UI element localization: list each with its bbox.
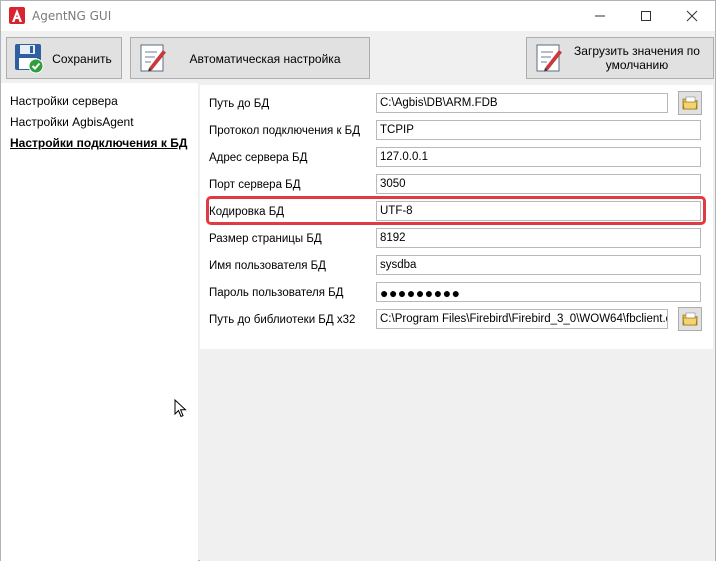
auto-configure-label: Автоматическая настройка: [189, 52, 341, 66]
db-library-browse-button[interactable]: [678, 307, 702, 331]
db-encoding-input[interactable]: UTF-8: [376, 201, 701, 221]
load-defaults-button[interactable]: Загрузить значения по умолчанию: [526, 37, 714, 79]
window-title: AgentNG GUI: [32, 9, 112, 23]
db-page-size-label: Размер страницы БД: [209, 233, 322, 245]
pen-document-icon: [140, 44, 166, 72]
pen-document-icon: [536, 44, 562, 72]
minimize-icon: [595, 15, 605, 17]
db-host-input[interactable]: 127.0.0.1: [376, 147, 701, 167]
db-library-path-label: Путь до библиотеки БД x32: [209, 314, 356, 326]
nav-item-server-settings[interactable]: Настройки сервера: [10, 94, 118, 108]
db-protocol-input[interactable]: TCPIP: [376, 120, 701, 140]
db-port-input[interactable]: 3050: [376, 174, 701, 194]
nav-item-agbisagent-settings[interactable]: Настройки AgbisAgent: [10, 115, 134, 129]
db-library-path-input[interactable]: C:\Program Files\Firebird\Firebird_3_0\W…: [376, 309, 668, 329]
app-window: AgentNG GUI Сохранить Автоматическая нас…: [0, 0, 716, 561]
auto-configure-button[interactable]: Автоматическая настройка: [130, 37, 370, 79]
db-username-input[interactable]: sysdba: [376, 255, 701, 275]
db-port-label: Порт сервера БД: [209, 179, 301, 191]
db-password-label: Пароль пользователя БД: [209, 287, 344, 299]
save-button-label: Сохранить: [52, 52, 112, 66]
db-encoding-label: Кодировка БД: [209, 206, 285, 218]
load-defaults-label: Загрузить значения по умолчанию: [574, 44, 700, 72]
mouse-cursor-icon: [174, 399, 187, 418]
folder-icon: [682, 96, 698, 110]
close-button[interactable]: [669, 1, 715, 31]
db-path-label: Путь до БД: [209, 98, 270, 110]
db-username-label: Имя пользователя БД: [209, 260, 326, 272]
db-page-size-input[interactable]: 8192: [376, 228, 701, 248]
db-protocol-label: Протокол подключения к БД: [209, 125, 361, 137]
nav-item-db-connection-settings[interactable]: Настройки подключения к БД: [10, 136, 187, 150]
db-path-input[interactable]: C:\Agbis\DB\ARM.FDB: [376, 93, 668, 113]
db-host-label: Адрес сервера БД: [209, 152, 308, 164]
save-button[interactable]: Сохранить: [6, 37, 122, 79]
db-connection-panel: Путь до БД C:\Agbis\DB\ARM.FDB Протокол …: [200, 83, 715, 561]
minimize-button[interactable]: [577, 1, 623, 31]
toolbar: Сохранить Автоматическая настройка Загру…: [1, 31, 715, 83]
form-area: Путь до БД C:\Agbis\DB\ARM.FDB Протокол …: [200, 85, 713, 349]
title-bar: AgentNG GUI: [1, 1, 715, 31]
maximize-button[interactable]: [623, 1, 669, 31]
db-path-browse-button[interactable]: [678, 91, 702, 115]
maximize-icon: [641, 11, 651, 21]
app-logo-icon: [9, 7, 25, 24]
folder-icon: [682, 312, 698, 326]
floppy-disk-icon: [15, 44, 44, 74]
close-icon: [686, 10, 698, 22]
db-password-input[interactable]: ●●●●●●●●●: [376, 282, 701, 302]
settings-nav: Настройки сервера Настройки AgbisAgent Н…: [1, 83, 198, 561]
